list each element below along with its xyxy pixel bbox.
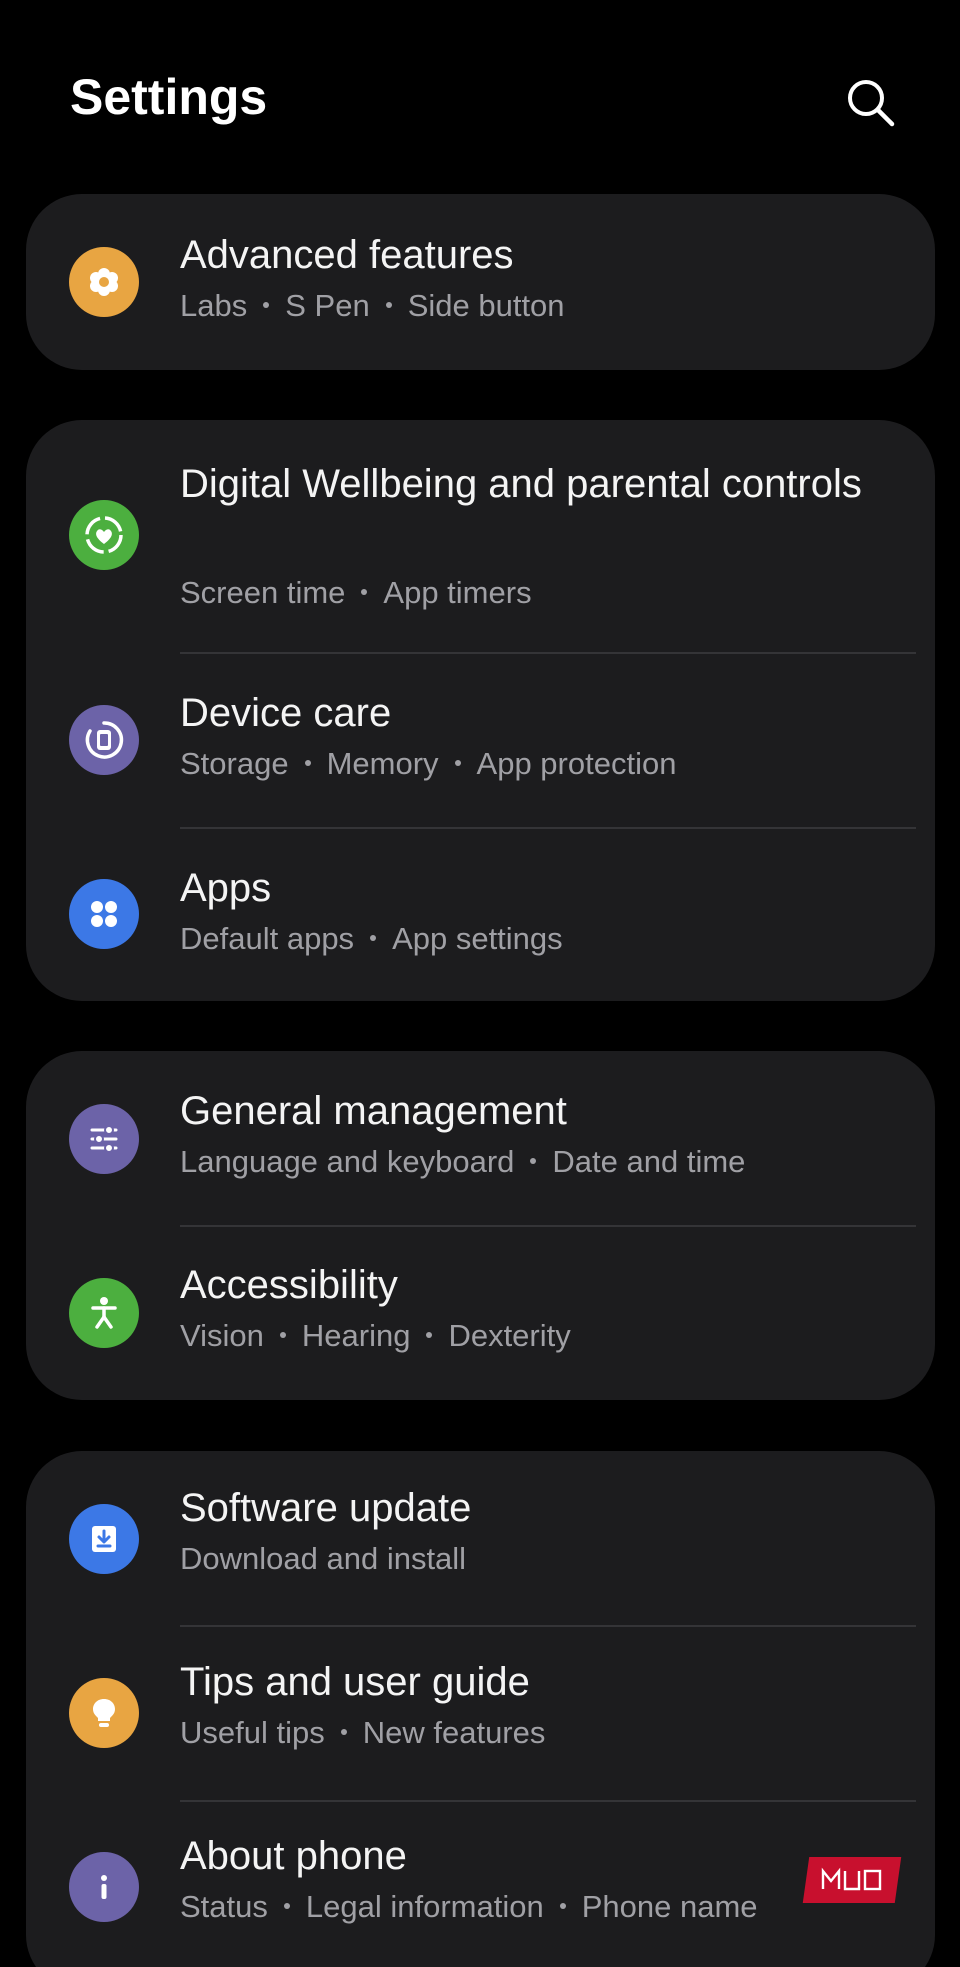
- subtitle-part: App settings: [392, 921, 563, 956]
- separator-dot: [283, 1902, 290, 1909]
- subtitle-part: App timers: [383, 575, 532, 610]
- subtitle-part: Phone name: [581, 1889, 758, 1924]
- separator-dot: [304, 759, 311, 766]
- row-title: Device care: [180, 691, 392, 735]
- search-icon: [848, 80, 895, 127]
- subtitle-part: Vision: [180, 1318, 264, 1353]
- row-subtitle: Useful tips New features: [180, 1713, 545, 1753]
- accessibility-icon: [69, 1278, 139, 1348]
- subtitle-part: S Pen: [285, 288, 370, 323]
- software-update-icon: [69, 1504, 139, 1574]
- tips-item[interactable]: Tips and user guide Useful tips New featu…: [26, 1627, 935, 1800]
- row-subtitle: Download and install: [180, 1539, 466, 1579]
- subtitle-part: Storage: [180, 746, 289, 781]
- device-care-item[interactable]: Device care Storage Memory App protection: [26, 654, 935, 828]
- subtitle-part: Side button: [407, 288, 565, 323]
- advanced-features-item[interactable]: Advanced features Labs S Pen Side button: [26, 194, 935, 370]
- search-button[interactable]: [842, 74, 898, 130]
- subtitle-part: Labs: [180, 288, 248, 323]
- settings-group-4: Software update Download and install Tip…: [26, 1451, 935, 1967]
- row-title: Accessibility: [180, 1263, 398, 1307]
- settings-group-2: Digital Wellbeing and parental controls …: [26, 420, 935, 1001]
- page-title: Settings: [70, 69, 268, 125]
- subtitle-part: Status: [180, 1889, 268, 1924]
- separator-dot: [361, 588, 368, 595]
- settings-screen: Settings Advanced features Labs S Pen Si…: [0, 0, 960, 1967]
- accessibility-item[interactable]: Accessibility Vision Hearing Dexterity: [26, 1227, 935, 1400]
- row-title: Apps: [180, 866, 272, 910]
- digital-wellbeing-item[interactable]: Digital Wellbeing and parental controls …: [26, 420, 935, 653]
- row-subtitle: Language and keyboard Date and time: [180, 1142, 745, 1182]
- row-subtitle: Default apps App settings: [180, 919, 563, 959]
- separator-dot: [426, 1331, 433, 1338]
- separator-dot: [279, 1331, 286, 1338]
- separator-dot: [530, 1157, 537, 1164]
- subtitle-part: New features: [362, 1715, 546, 1750]
- settings-group-3: General management Language and keyboard…: [26, 1051, 935, 1400]
- separator-dot: [340, 1728, 347, 1735]
- row-title: Software update: [180, 1486, 472, 1530]
- advanced-features-icon: [69, 247, 139, 317]
- subtitle-part: Language and keyboard: [180, 1144, 515, 1179]
- separator-dot: [263, 301, 270, 308]
- separator-dot: [370, 934, 377, 941]
- subtitle-part: Memory: [326, 746, 439, 781]
- subtitle-part: App protection: [476, 746, 677, 781]
- row-subtitle: Labs S Pen Side button: [180, 286, 565, 326]
- separator-dot: [454, 759, 461, 766]
- general-management-item[interactable]: General management Language and keyboard…: [26, 1051, 935, 1226]
- tips-icon: [69, 1678, 139, 1748]
- settings-group-1: Advanced features Labs S Pen Side button: [26, 194, 935, 370]
- header: Settings: [0, 0, 960, 196]
- row-title: General management: [180, 1089, 567, 1133]
- subtitle-part: Date and time: [552, 1144, 746, 1179]
- apps-item[interactable]: Apps Default apps App settings: [26, 829, 935, 1001]
- about-phone-item[interactable]: About phone Status Legal information Phone…: [26, 1802, 935, 1967]
- row-subtitle: Status Legal information Phone name: [180, 1887, 758, 1927]
- row-title: About phone: [180, 1834, 407, 1878]
- row-title: Tips and user guide: [180, 1660, 530, 1704]
- row-subtitle: Vision Hearing Dexterity: [180, 1316, 571, 1356]
- software-update-item[interactable]: Software update Download and install: [26, 1451, 935, 1626]
- subtitle-part: Screen time: [180, 575, 346, 610]
- subtitle-part: Dexterity: [448, 1318, 571, 1353]
- subtitle-part: Default apps: [180, 921, 355, 956]
- row-subtitle: Storage Memory App protection: [180, 744, 676, 784]
- device-care-icon: [69, 705, 139, 775]
- apps-icon: [69, 879, 139, 949]
- separator-dot: [385, 301, 392, 308]
- digital-wellbeing-icon: [69, 500, 139, 570]
- subtitle-part: Useful tips: [180, 1715, 325, 1750]
- row-title: Digital Wellbeing and parental controls: [180, 462, 862, 506]
- subtitle-part: Download and install: [180, 1541, 467, 1576]
- subtitle-part: Legal information: [305, 1889, 544, 1924]
- separator-dot: [559, 1902, 566, 1909]
- subtitle-part: Hearing: [301, 1318, 411, 1353]
- general-management-icon: [69, 1104, 139, 1174]
- row-subtitle: Screen time App timers: [180, 573, 532, 613]
- about-phone-icon: [69, 1852, 139, 1922]
- row-title: Advanced features: [180, 233, 514, 277]
- muo-watermark-logo: [802, 1857, 902, 1903]
